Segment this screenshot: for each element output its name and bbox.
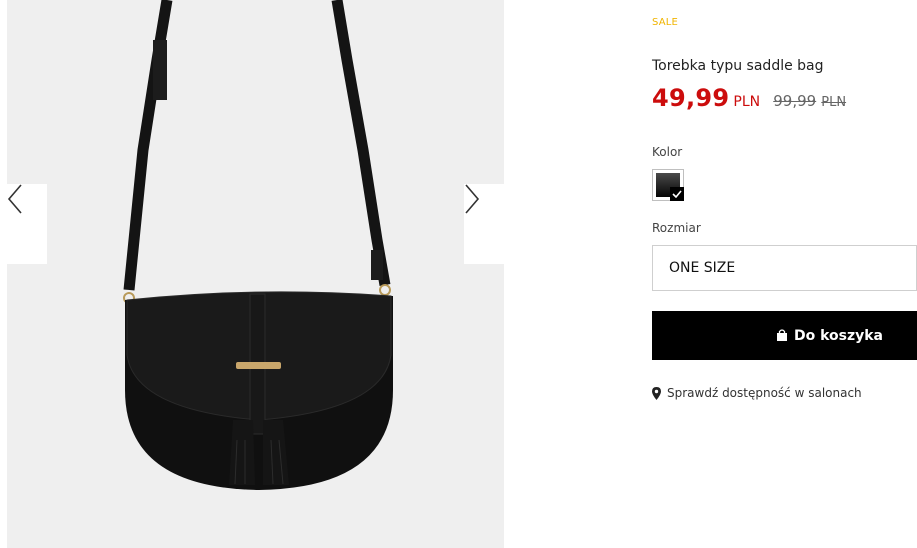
store-availability-label: Sprawdź dostępność w salonach (667, 386, 862, 400)
product-image-gallery (7, 0, 504, 548)
add-to-cart-button[interactable]: Do koszyka (652, 311, 917, 360)
product-info-panel: SALE Torebka typu saddle bag 49,99 PLN 99… (652, 0, 917, 548)
product-title: Torebka typu saddle bag (652, 58, 824, 74)
old-price: 99,99 (773, 92, 817, 110)
size-select[interactable]: ONE SIZE (652, 245, 917, 291)
add-to-cart-label: Do koszyka (793, 327, 883, 344)
sale-badge: SALE (652, 17, 679, 28)
size-selected-value: ONE SIZE (669, 260, 736, 276)
map-pin-icon (652, 386, 661, 400)
current-price: 49,99 (652, 84, 730, 112)
checkmark-icon (670, 187, 684, 201)
price-row: 49,99 PLN 99,99 PLN (652, 84, 846, 112)
current-price-currency: PLN (733, 94, 761, 110)
chevron-right-icon (465, 184, 480, 214)
color-swatch-black[interactable] (652, 169, 684, 201)
color-label: Kolor (652, 145, 683, 159)
gallery-next-button[interactable] (464, 184, 504, 264)
gallery-prev-button[interactable] (7, 184, 47, 264)
old-price-currency: PLN (821, 95, 847, 110)
product-image (123, 0, 393, 490)
shopping-bag-icon (776, 329, 788, 342)
size-label: Rozmiar (652, 221, 701, 235)
store-availability-link[interactable]: Sprawdź dostępność w salonach (652, 386, 862, 400)
chevron-left-icon (7, 184, 22, 214)
